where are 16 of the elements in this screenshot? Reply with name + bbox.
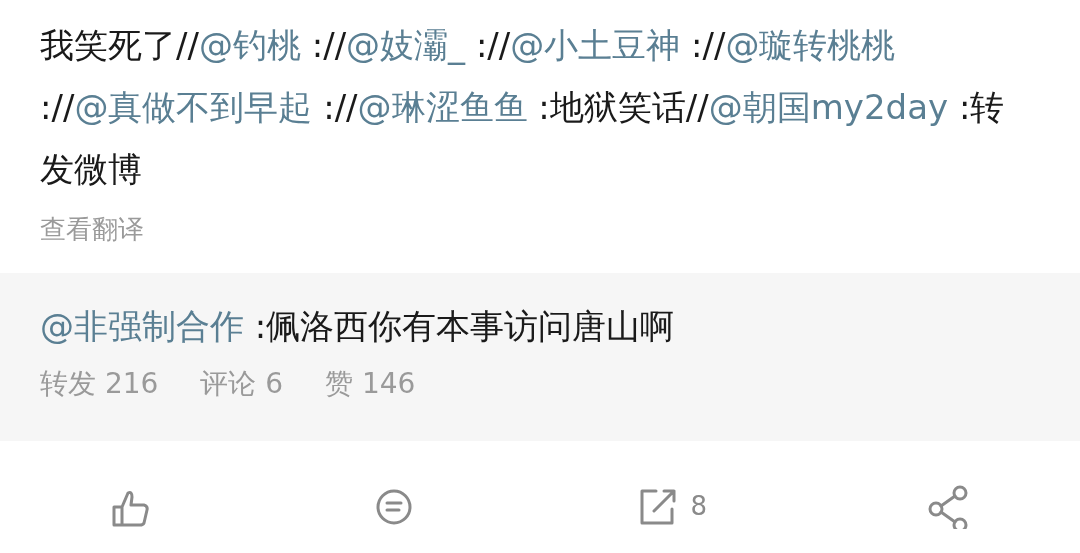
repost-count: 8 [690,491,707,521]
mention-link[interactable]: @妓灞_ [346,25,466,65]
stat-count: 赞 146 [325,366,416,402]
mention-link[interactable]: @琳涩鱼鱼 [357,87,528,127]
mention-link[interactable]: @璇转桃桃 [725,25,896,65]
mention-link[interactable]: @小土豆神 [510,25,681,65]
mention-link[interactable]: @朝国my2day [708,87,949,127]
translate-link[interactable]: 查看翻译 [40,210,144,249]
mention-link[interactable]: @非强制合作 [40,306,244,346]
original-post-card[interactable]: @非强制合作 :佩洛西你有本事访问唐山啊 转发 216 评论 6 赞 146 [0,273,1080,441]
stat-count: 转发 216 [40,366,159,402]
mention-link[interactable]: @钓桃 [198,25,301,65]
mention-link[interactable]: @真做不到早起 [74,87,313,127]
stat-count: 评论 6 [200,366,284,402]
original-post-text: @非强制合作 :佩洛西你有本事访问唐山啊 [40,305,676,348]
post-text: 我笑死了//@钓桃 ://@妓灞_ ://@小土豆神 ://@璇转桃桃 ://@真做不到早起 ://@琳涩鱼鱼 :地狱笑话//@朝国my2day :转发微博 [40,24,1006,191]
